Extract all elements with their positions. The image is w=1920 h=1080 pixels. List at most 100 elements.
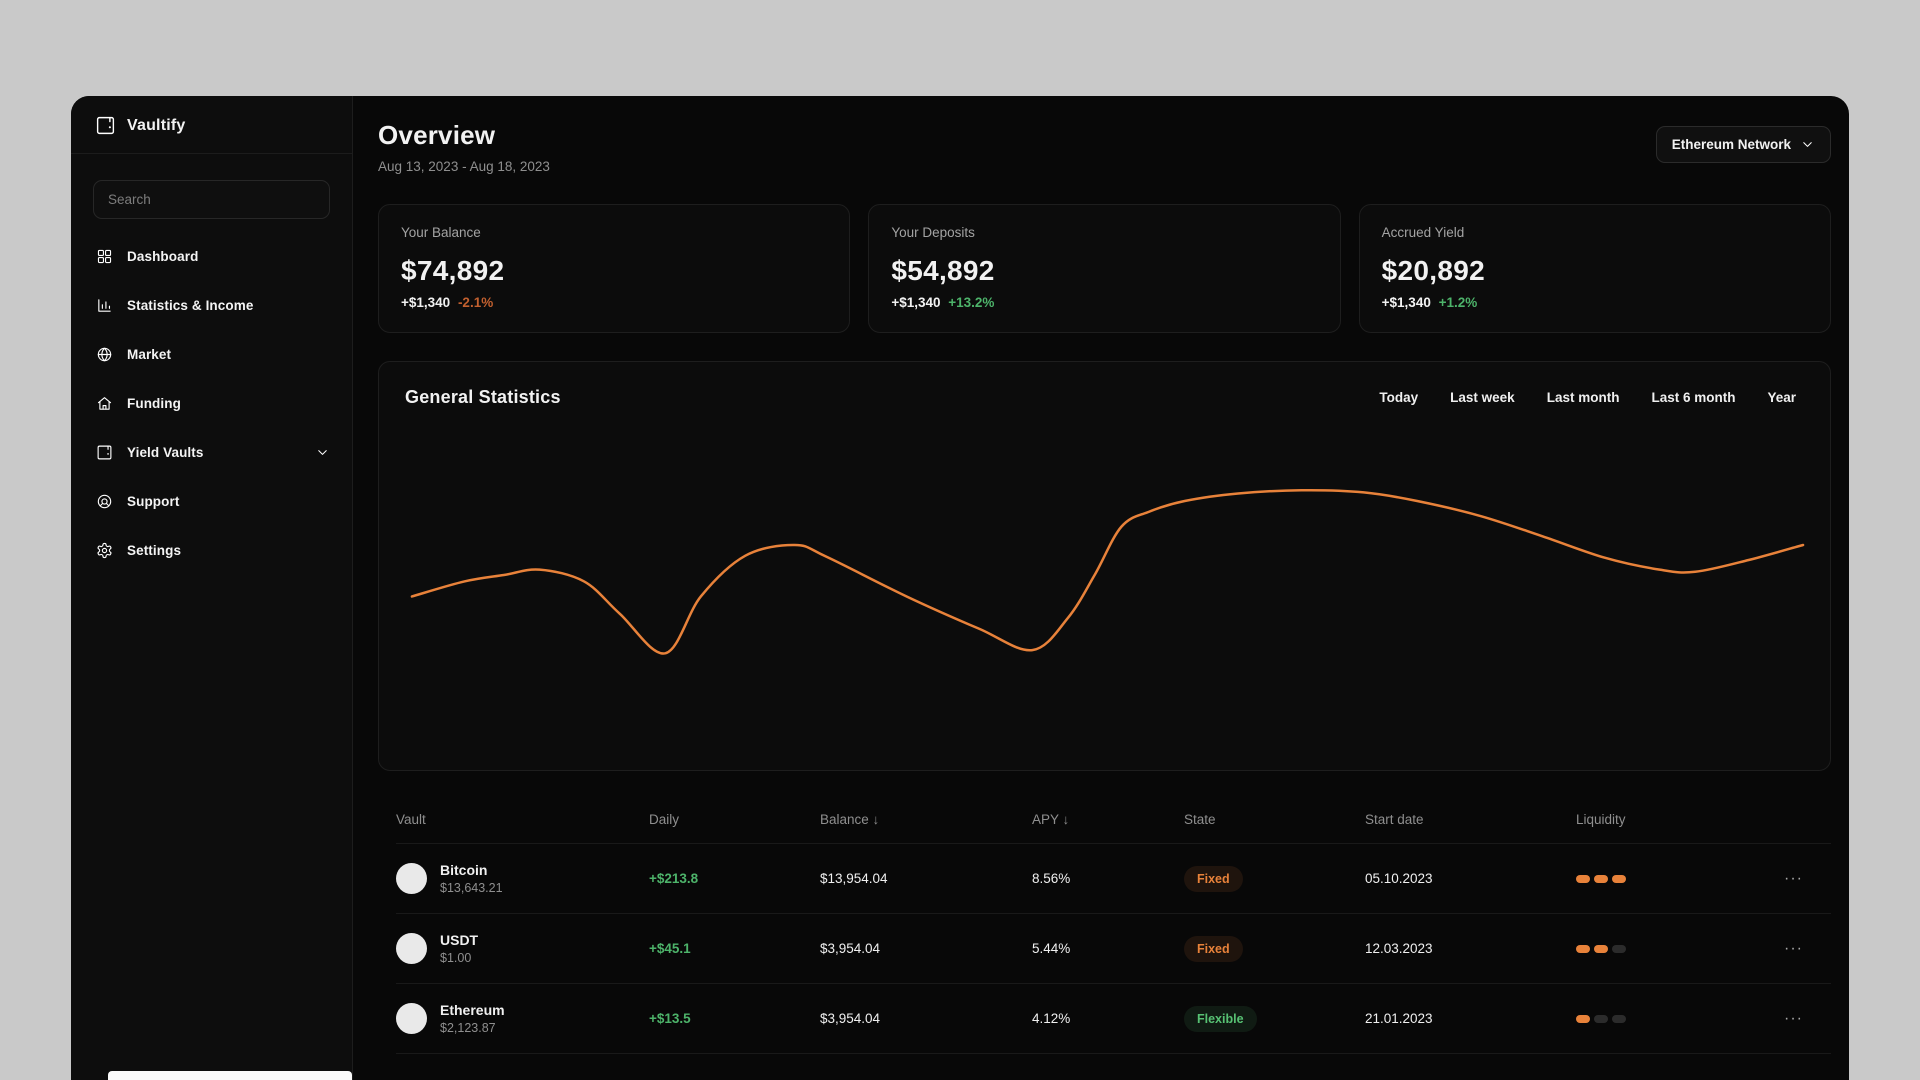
table-row-usdt[interactable]: USDT $1.00 +$45.1 $3,954.04 5.44% Fixed … [396,914,1831,984]
coin-avatar [396,1003,427,1034]
state-badge: Fixed [1184,865,1243,892]
column-header-state: State [1184,812,1216,827]
date-range: Aug 13, 2023 - Aug 18, 2023 [378,159,550,174]
sidebar-item-yield-vaults[interactable]: Yield Vaults [71,428,352,477]
state-badge: Flexible [1184,1005,1257,1032]
coin-avatar [396,933,427,964]
column-header-vault: Vault [396,812,426,827]
row-actions-button[interactable]: ··· [1778,935,1809,963]
stat-card-label: Your Balance [401,225,481,240]
sidebar-item-funding[interactable]: Funding [71,379,352,428]
liquidity-pill-inactive [1612,1014,1626,1023]
column-header-apy[interactable]: APY ↓ [1032,812,1184,827]
globe-icon [95,346,113,363]
table-header-row: Vault Daily Balance ↓ APY ↓ State Start date L… [396,796,1831,844]
row-actions-button[interactable]: ··· [1778,865,1809,893]
gear-icon [95,542,113,559]
sidebar-item-settings[interactable]: Settings [71,526,352,575]
stat-card: Your Deposits $54,892 +$1,340 +13.2% [868,204,1341,333]
liquidity-pill-active [1594,944,1608,953]
liquidity-pill-active [1594,874,1608,883]
daily-change: +$13.5 [649,1011,691,1026]
row-actions-button[interactable]: ··· [1778,1005,1809,1033]
stat-card-value: $54,892 [891,255,995,286]
stat-card-label: Accrued Yield [1381,225,1465,240]
vault-price: $2,123.87 [440,1021,496,1035]
column-header-balance[interactable]: Balance ↓ [820,812,1032,827]
general-statistics-panel: General Statistics Today Last week Last mo… [378,361,1831,771]
sidebar-nav: Dashboard Statistics & Income Market Fun… [71,232,352,575]
stat-card-change-percent: -2.1% [457,295,494,310]
main-content: Overview Aug 13, 2023 - Aug 18, 2023 Eth… [353,96,1849,1080]
chevron-down-icon [315,445,330,460]
time-tab-last-week[interactable]: Last week [1450,390,1515,405]
sidebar-item-statistics-income[interactable]: Statistics & Income [71,281,352,330]
statistics-title: General Statistics [405,387,561,407]
search-input[interactable] [93,180,330,219]
balance-value: $3,954.04 [820,941,881,956]
stat-card-change-percent: +13.2% [948,295,995,310]
stat-card-change-amount: +$1,340 [891,295,945,310]
apy-value: 4.12% [1032,1011,1071,1026]
stat-card-value: $74,892 [401,255,505,286]
vault-name: Ethereum [440,1002,505,1018]
coin-avatar [396,863,427,894]
chart-line-series [412,490,1803,653]
state-badge: Fixed [1184,935,1243,962]
page-title: Overview [378,120,496,150]
liquidity-pill-active [1576,874,1590,883]
column-header-daily: Daily [649,812,680,827]
stat-cards: Your Balance $74,892 +$1,340 -2.1% Your … [378,204,1831,333]
app-window: Vaultify Dashboard Statistics & Income M… [71,96,1849,1080]
apy-value: 8.56% [1032,871,1071,886]
column-header-liquidity: Liquidity [1576,812,1626,827]
liquidity-pill-inactive [1612,944,1626,953]
liquidity-indicator [1576,944,1756,953]
vault-name: USDT [440,932,479,948]
stat-card-change-amount: +$1,340 [1381,295,1435,310]
home-icon [95,395,113,412]
sidebar-bottom-panel-peek [108,1071,352,1080]
liquidity-indicator [1576,1014,1756,1023]
daily-change: +$213.8 [649,871,699,886]
stat-card-change-amount: +$1,340 [401,295,454,310]
sidebar-item-dashboard[interactable]: Dashboard [71,232,352,281]
time-tab-last-month[interactable]: Last month [1547,390,1620,405]
support-icon [95,493,113,510]
wallet-icon [95,444,113,461]
vaults-table: Vault Daily Balance ↓ APY ↓ State Start date L… [378,796,1831,1054]
sidebar-item-label: Dashboard [127,249,199,264]
sidebar-item-market[interactable]: Market [71,330,352,379]
stat-card: Your Balance $74,892 +$1,340 -2.1% [378,204,851,333]
vault-price: $1.00 [440,951,472,965]
column-header-start-date: Start date [1365,812,1424,827]
chevron-down-icon [1800,137,1815,152]
sidebar: Vaultify Dashboard Statistics & Income M… [71,96,353,1080]
daily-change: +$45.1 [649,941,691,956]
sidebar-item-label: Funding [127,396,181,411]
apy-value: 5.44% [1032,941,1071,956]
stat-card-change-percent: +1.2% [1438,295,1478,310]
liquidity-indicator [1576,874,1756,883]
network-selector-button[interactable]: Ethereum Network [1655,126,1831,163]
vault-name: Bitcoin [440,862,488,878]
sidebar-item-label: Statistics & Income [127,298,254,313]
start-date: 21.01.2023 [1365,1011,1433,1026]
liquidity-pill-active [1576,944,1590,953]
time-tab-today[interactable]: Today [1379,390,1418,405]
sidebar-item-support[interactable]: Support [71,477,352,526]
time-tab-year[interactable]: Year [1767,390,1796,405]
balance-value: $3,954.04 [820,1011,881,1026]
liquidity-pill-active [1576,1014,1590,1023]
app-name: Vaultify [127,116,186,134]
time-range-tabs: Today Last week Last month Last 6 month Year [1379,390,1810,405]
time-tab-last-6-month[interactable]: Last 6 month [1651,390,1735,405]
sidebar-item-label: Market [127,347,172,362]
table-row-bitcoin[interactable]: Bitcoin $13,643.21 +$213.8 $13,954.04 8.… [396,844,1831,914]
liquidity-pill-inactive [1594,1014,1608,1023]
sidebar-item-label: Support [127,494,180,509]
stat-card-value: $20,892 [1381,255,1485,286]
start-date: 05.10.2023 [1365,871,1433,886]
table-row-ethereum[interactable]: Ethereum $2,123.87 +$13.5 $3,954.04 4.12… [396,984,1831,1054]
bar-chart-icon [95,297,113,314]
